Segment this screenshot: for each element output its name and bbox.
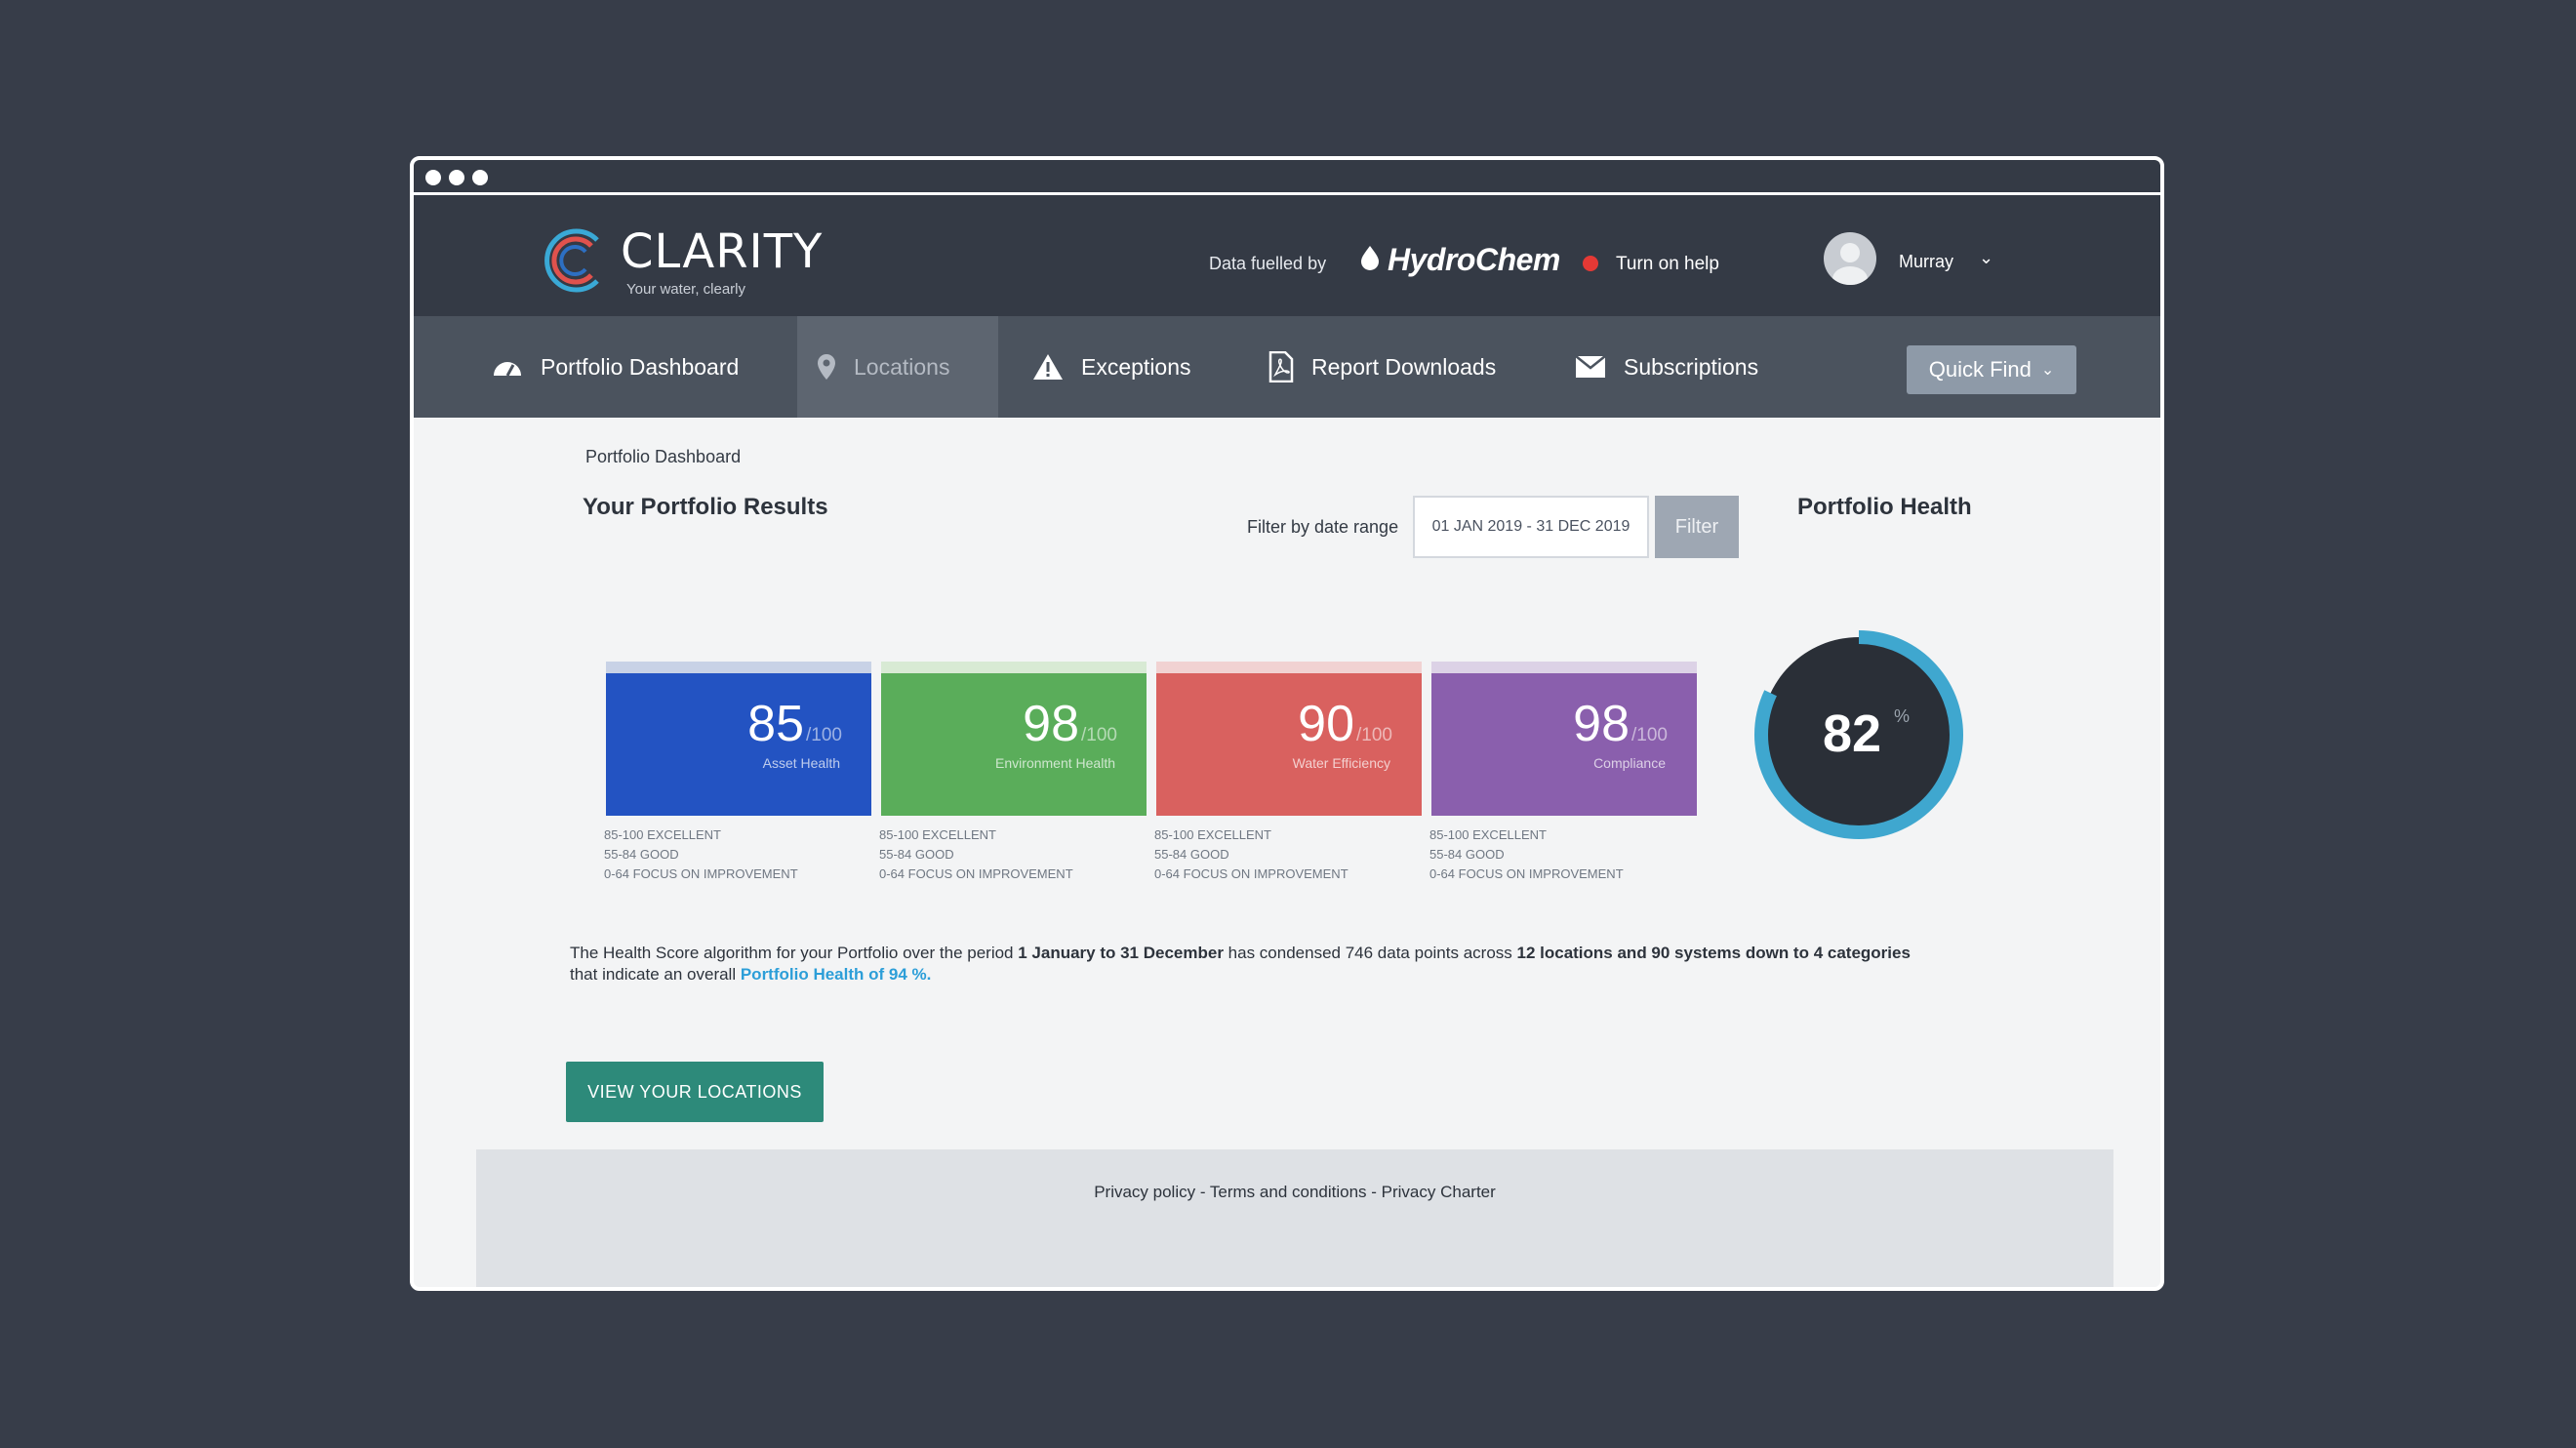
tile-body: 98/100 Compliance [1431, 673, 1697, 816]
chevron-down-icon[interactable]: ⌄ [1979, 248, 1993, 268]
browser-window: CLARITY Your water, clearly Data fuelled… [410, 156, 2164, 1291]
main-content: Portfolio Dashboard Your Portfolio Resul… [414, 418, 2160, 1287]
data-fuelled-label: Data fuelled by [1209, 254, 1327, 273]
turn-on-help-link[interactable]: Turn on help [1616, 254, 1719, 275]
tile-body: 90/100 Water Efficiency [1156, 673, 1422, 816]
portfolio-health-link[interactable]: Portfolio Health of 94 %. [741, 965, 932, 984]
pdf-icon [1268, 351, 1294, 382]
chevron-down-icon: ⌄ [2040, 362, 2055, 379]
portfolio-health-title: Portfolio Health [1797, 494, 1972, 520]
tile-label: Environment Health [995, 755, 1115, 771]
envelope-icon [1575, 355, 1606, 379]
score-legend: 85-100 EXCELLENT 55-84 GOOD 0-64 FOCUS ON … [604, 827, 798, 881]
nav-portfolio-dashboard[interactable]: Portfolio Dashboard [492, 316, 739, 418]
score-tile-water-efficiency[interactable]: 90/100 Water Efficiency [1156, 662, 1422, 816]
warning-icon [1032, 353, 1064, 381]
tile-body: 98/100 Environment Health [881, 673, 1147, 816]
nav-subscriptions[interactable]: Subscriptions [1575, 316, 1758, 418]
score-legend: 85-100 EXCELLENT 55-84 GOOD 0-64 FOCUS ON … [1429, 827, 1624, 881]
breadcrumb[interactable]: Portfolio Dashboard [585, 447, 741, 467]
tile-label: Water Efficiency [1292, 755, 1390, 771]
summary-text: The Health Score algorithm for your Port… [570, 944, 1911, 984]
page-title: Your Portfolio Results [583, 494, 828, 520]
date-range-field[interactable]: 01 JAN 2019 - 31 DEC 2019 [1413, 496, 1649, 558]
nav-exceptions[interactable]: Exceptions [1032, 316, 1191, 418]
score-tile-asset-health[interactable]: 85/100 Asset Health [606, 662, 871, 816]
hydrochem-logo: HydroChem [1358, 242, 1560, 278]
score-legend: 85-100 EXCELLENT 55-84 GOOD 0-64 FOCUS ON … [879, 827, 1073, 881]
main-nav: Portfolio Dashboard Locations Exceptions… [414, 316, 2160, 418]
tile-score: 85/100 [747, 696, 842, 752]
brand-name: CLARITY [621, 224, 824, 279]
avatar[interactable] [1824, 232, 1876, 285]
window-dot-icon[interactable] [449, 170, 464, 185]
tile-accent-bar [1156, 662, 1422, 673]
help-status-icon[interactable] [1583, 256, 1598, 271]
app-header: CLARITY Your water, clearly Data fuelled… [414, 195, 2160, 316]
clarity-logo-icon[interactable] [541, 226, 609, 295]
tile-label: Compliance [1593, 755, 1666, 771]
tile-body: 85/100 Asset Health [606, 673, 871, 816]
filter-button[interactable]: Filter [1655, 496, 1739, 558]
quick-find-dropdown[interactable]: Quick Find ⌄ [1907, 345, 2076, 394]
filter-label: Filter by date range [1247, 517, 1399, 537]
portfolio-health-gauge[interactable]: 82 % [1751, 626, 1967, 843]
map-pin-icon [817, 353, 836, 381]
tile-score: 98/100 [1573, 696, 1668, 752]
tile-accent-bar [606, 662, 871, 673]
nav-label: Locations [854, 353, 950, 380]
window-dot-icon[interactable] [425, 170, 441, 185]
tile-accent-bar [1431, 662, 1697, 673]
brand-tagline: Your water, clearly [626, 281, 746, 298]
user-name[interactable]: Murray [1899, 252, 1953, 272]
window-dot-icon[interactable] [472, 170, 488, 185]
gauge-icon [492, 354, 523, 380]
view-locations-button[interactable]: VIEW YOUR LOCATIONS [566, 1062, 824, 1122]
nav-label: Report Downloads [1311, 353, 1497, 380]
footer-links[interactable]: Privacy policy - Terms and conditions - … [476, 1183, 2113, 1202]
footer: Privacy policy - Terms and conditions - … [476, 1149, 2113, 1287]
score-tile-compliance[interactable]: 98/100 Compliance [1431, 662, 1697, 816]
gauge-value: 82 [1823, 704, 1881, 763]
tile-score: 90/100 [1298, 696, 1392, 752]
hydrochem-brand-text: HydroChem [1388, 242, 1560, 277]
nav-report-downloads[interactable]: Report Downloads [1268, 316, 1496, 418]
nav-locations[interactable]: Locations [797, 316, 998, 418]
score-legend: 85-100 EXCELLENT 55-84 GOOD 0-64 FOCUS ON … [1154, 827, 1348, 881]
window-titlebar [414, 160, 2160, 195]
hydrochem-drop-icon [1358, 242, 1382, 278]
tile-accent-bar [881, 662, 1147, 673]
tile-label: Asset Health [762, 755, 840, 771]
nav-label: Exceptions [1081, 353, 1191, 380]
quick-find-label: Quick Find [1928, 357, 2032, 382]
nav-label: Subscriptions [1624, 353, 1759, 380]
gauge-unit: % [1894, 706, 1910, 726]
score-tile-environment-health[interactable]: 98/100 Environment Health [881, 662, 1147, 816]
tile-score: 98/100 [1023, 696, 1117, 752]
nav-label: Portfolio Dashboard [541, 353, 740, 380]
